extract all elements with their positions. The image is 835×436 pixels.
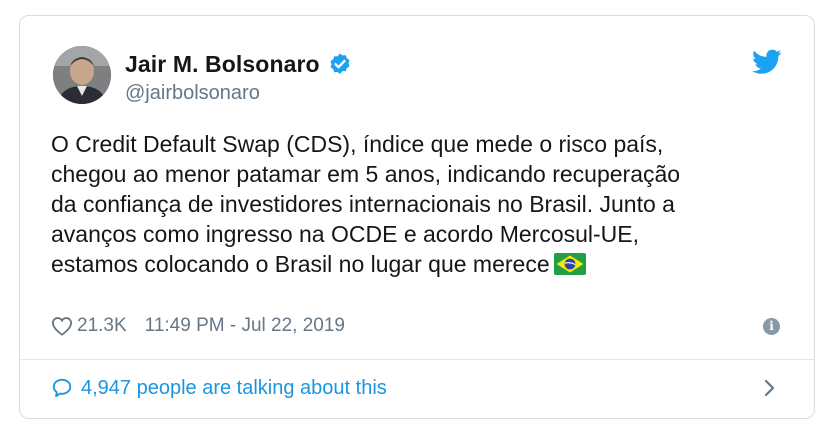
avatar-photo bbox=[53, 46, 111, 104]
author-handle[interactable]: @jairbolsonaro bbox=[125, 82, 260, 105]
verified-badge-icon bbox=[330, 53, 350, 74]
like-count[interactable]: 21.3K bbox=[77, 315, 127, 337]
twitter-bird-icon[interactable] bbox=[752, 49, 782, 75]
divider bbox=[20, 359, 814, 360]
tweet-text-content: O Credit Default Swap (CDS), índice que … bbox=[51, 131, 681, 277]
chevron-right-icon bbox=[764, 379, 775, 397]
avatar[interactable] bbox=[53, 46, 111, 104]
author-row: Jair M. Bolsonaro bbox=[125, 49, 352, 79]
speech-bubble-icon bbox=[52, 378, 72, 397]
tweet-meta: 21.3K 11:49 PM - Jul 22, 2019 bbox=[51, 313, 345, 339]
tweet-text: O Credit Default Swap (CDS), índice que … bbox=[51, 129, 791, 279]
tweet-timestamp[interactable]: 11:49 PM - Jul 22, 2019 bbox=[145, 315, 345, 337]
tweet-card: Jair M. Bolsonaro @jairbolsonaro O Credi… bbox=[19, 15, 815, 419]
info-icon[interactable]: i bbox=[763, 318, 780, 335]
brazil-flag-emoji bbox=[553, 253, 586, 275]
conversation-link[interactable]: 4,947 people are talking about this bbox=[51, 371, 786, 405]
talking-count: 4,947 people are talking about this bbox=[81, 376, 387, 399]
author-name[interactable]: Jair M. Bolsonaro bbox=[125, 51, 320, 78]
heart-icon[interactable] bbox=[51, 316, 73, 336]
